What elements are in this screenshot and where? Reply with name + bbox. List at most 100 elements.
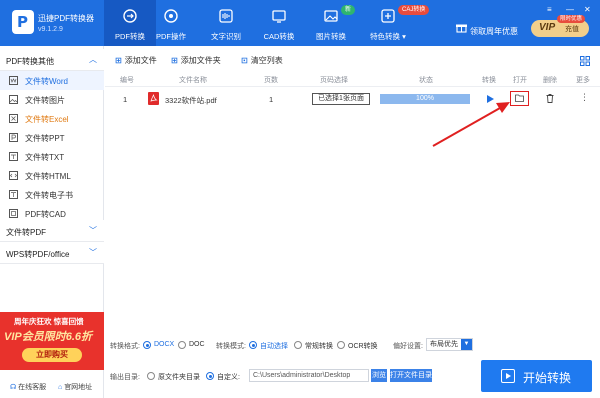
clear-list-icon: ⊡ [241, 56, 248, 65]
row-pages: 1 [269, 95, 274, 104]
app-version: v9.1.2.9 [38, 26, 63, 33]
preference-select[interactable]: 布局优先 ▼ [426, 338, 473, 351]
radio-custom-folder-label[interactable]: 自定义: [217, 372, 240, 382]
col-page-select: 页码选择 [320, 77, 348, 84]
clear-list-label: 清空列表 [250, 56, 283, 65]
output-path-input[interactable]: C:\Users\administrator\Desktop [249, 369, 369, 382]
start-convert-button[interactable]: 开始转换 [481, 360, 592, 392]
sidebar-group-wps[interactable]: WPS转PDF/office ﹀ [0, 242, 104, 264]
app-logo: P [12, 10, 34, 34]
group-label: 文件转PDF [6, 228, 46, 237]
home-icon: ⌂ [58, 384, 63, 391]
col-convert: 转换 [482, 77, 496, 84]
html-icon [9, 171, 18, 180]
radio-source-folder-label[interactable]: 原文件夹目录 [158, 372, 200, 382]
gift-icon[interactable] [456, 22, 467, 35]
sidebar-item-to-ebook[interactable]: 文件转电子书 [0, 185, 104, 204]
anniversary-offer-link[interactable]: 领取周年优惠 [470, 26, 518, 37]
top-bar: P 迅捷PDF转换器 v9.1.2.9 PDF转换 PDF操作 文字识别 CAD… [0, 0, 600, 46]
tab-label: 图片转换 [316, 32, 346, 41]
chevron-down-icon: ﹀ [89, 226, 97, 235]
word-icon [9, 76, 18, 85]
col-index: 编号 [120, 77, 134, 84]
table-row[interactable]: 1 3322软件站.pdf 1 已选择1张页面 100% ⋮ [105, 88, 600, 110]
conversion-progress-bar: 100% [380, 94, 470, 104]
new-badge: 新 [341, 5, 356, 15]
browse-button[interactable]: 浏览 [371, 369, 387, 382]
sidebar-item-label: PDF转CAD [25, 210, 66, 219]
chevron-down-icon: ﹀ [89, 248, 97, 257]
sidebar-item-label: 文件转Excel [25, 115, 69, 124]
sidebar-group-pdf-convert-other[interactable]: PDF转换其他 ︿ [0, 49, 104, 71]
buy-now-button[interactable]: 立即购买 [22, 348, 82, 362]
more-options-icon[interactable]: ⋮ [580, 92, 589, 103]
play-icon [501, 369, 515, 383]
format-label: 转换格式: [110, 343, 140, 350]
sidebar-item-label: 文件转Word [25, 77, 68, 86]
preference-label: 偏好设置: [393, 343, 423, 350]
limited-offer-badge: 限时优惠 [557, 15, 586, 23]
online-service-link[interactable]: ☊ 在线客服 [10, 382, 46, 392]
sidebar-item-label: 文件转TXT [25, 153, 65, 162]
vip-label: VIP [539, 22, 556, 33]
official-site-label: 官网地址 [64, 384, 93, 391]
preference-value: 布局优先 [430, 341, 458, 348]
sidebar-item-to-txt[interactable]: 文件转TXT [0, 147, 104, 166]
convert-play-icon[interactable] [487, 95, 494, 105]
radio-doc[interactable] [178, 341, 186, 349]
col-status: 状态 [419, 77, 433, 84]
radio-ocr-label[interactable]: OCR转换 [348, 341, 378, 351]
tab-label: 文字识别 [211, 32, 241, 41]
sidebar-item-to-image[interactable]: 文件转图片 [0, 90, 104, 109]
tab-label: PDF操作 [156, 32, 186, 41]
image-icon [324, 9, 338, 25]
sidebar-item-to-html[interactable]: 文件转HTML [0, 166, 104, 185]
radio-ocr[interactable] [337, 341, 345, 349]
clear-list-button[interactable]: ⊡ 清空列表 [241, 55, 283, 66]
col-delete: 删除 [543, 77, 557, 84]
file-toolbar: ⊞ 添加文件 ⊞ 添加文件夹 ⊡ 清空列表 [105, 52, 600, 70]
tab-cad[interactable]: CAD转换 [253, 0, 305, 46]
radio-source-folder[interactable] [147, 372, 155, 380]
group-label: PDF转换其他 [6, 57, 54, 66]
open-folder-button[interactable] [510, 91, 529, 106]
txt-icon [9, 152, 18, 161]
promo-line2: VIP会员限时6.6折 [4, 331, 93, 343]
mode-label: 转换模式: [216, 343, 246, 350]
sidebar-item-to-excel[interactable]: 文件转Excel [0, 109, 104, 128]
close-icon[interactable]: ✕ [584, 5, 591, 14]
menu-icon[interactable]: ≡ [547, 5, 552, 14]
sidebar-item-to-word[interactable]: 文件转Word [0, 71, 104, 90]
radio-docx-label[interactable]: DOCX [154, 341, 174, 348]
recharge-label: 充值 [565, 26, 579, 33]
caj-badge: CAJ转换 [398, 5, 430, 15]
delete-trash-icon[interactable] [546, 94, 554, 105]
radio-normal[interactable] [294, 341, 302, 349]
promo-banner[interactable]: 周年庆狂欢 惊喜回馈 VIP会员限时6.6折 立即购买 [0, 312, 104, 370]
conversion-settings: 转换格式: DOCX DOC 转换模式: 自动选择 常规转换 OCR转换 偏好设… [105, 338, 600, 352]
group-label: WPS转PDF/office [6, 250, 70, 259]
radio-docx[interactable] [143, 341, 151, 349]
col-open: 打开 [513, 77, 527, 84]
page-select-button[interactable]: 已选择1张页面 [312, 93, 370, 105]
add-folder-button[interactable]: ⊞ 添加文件夹 [171, 55, 221, 66]
radio-doc-label[interactable]: DOC [189, 341, 205, 348]
sidebar-group-to-pdf[interactable]: 文件转PDF ﹀ [0, 220, 104, 242]
radio-custom-folder[interactable] [206, 372, 214, 380]
radio-normal-label[interactable]: 常规转换 [305, 341, 333, 351]
grid-view-icon[interactable] [580, 56, 590, 68]
progress-label: 100% [416, 95, 434, 102]
radio-auto[interactable] [249, 341, 257, 349]
sidebar-item-to-ppt[interactable]: 文件转PPT [0, 128, 104, 147]
excel-icon [9, 114, 18, 123]
sidebar-item-label: 文件转HTML [25, 172, 71, 181]
open-folder-dir-button[interactable]: 打开文件目录 [390, 369, 432, 382]
cad-icon [9, 209, 18, 218]
tab-label: 特色转换 ▾ [370, 32, 406, 41]
minimize-icon[interactable]: — [566, 5, 574, 14]
add-file-button[interactable]: ⊞ 添加文件 [115, 55, 157, 66]
tab-ocr[interactable]: 文字识别 [200, 0, 252, 46]
official-site-link[interactable]: ⌂ 官网地址 [58, 382, 92, 392]
tab-pdf-operate[interactable]: PDF操作 [145, 0, 197, 46]
radio-auto-label[interactable]: 自动选择 [260, 341, 288, 351]
